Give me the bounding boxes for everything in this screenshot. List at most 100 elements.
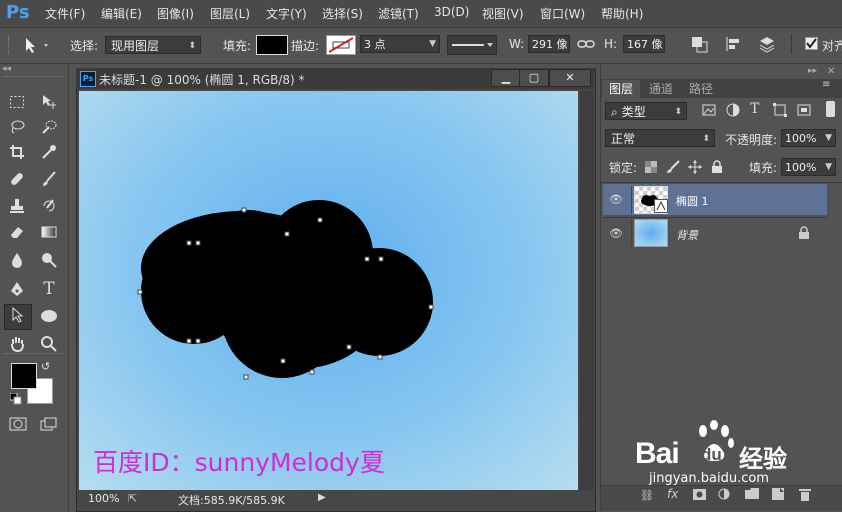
stroke-width-field[interactable]: 3 点 ▼	[360, 35, 440, 53]
stamp-icon	[10, 199, 24, 213]
filter-shape-icon[interactable]	[773, 103, 787, 120]
magnifier-icon	[41, 336, 57, 352]
blend-mode-dropdown[interactable]: 正常 ⬍	[605, 129, 715, 147]
fill-label: 填充:	[223, 39, 252, 53]
expand-panel-icon[interactable]: ▸▸	[808, 66, 817, 76]
layer-name[interactable]: 背景	[676, 227, 698, 243]
panel-menu-icon[interactable]: ≡	[822, 79, 830, 90]
filter-adjustment-icon[interactable]	[726, 103, 740, 120]
quick-selection-tool[interactable]	[38, 117, 60, 137]
brush-tool[interactable]	[38, 169, 60, 189]
path-arrangement-icon[interactable]	[757, 35, 779, 56]
fill-color-swatch[interactable]	[256, 35, 288, 55]
new-adjustment-layer-icon[interactable]	[718, 488, 730, 503]
quick-mask-icon[interactable]	[9, 417, 27, 434]
maximize-button[interactable]: ▢	[519, 69, 549, 87]
delete-layer-trash-icon[interactable]	[799, 488, 811, 504]
share-icon[interactable]: ⇱	[128, 492, 137, 505]
tab-paths[interactable]: 路径	[682, 80, 720, 98]
link-dimensions-icon[interactable]	[577, 37, 595, 54]
add-mask-icon[interactable]	[693, 489, 706, 503]
opacity-value: 100%	[785, 132, 817, 145]
stroke-color-swatch[interactable]	[326, 35, 356, 55]
crop-tool[interactable]	[6, 142, 28, 162]
minimize-button[interactable]: ▁	[491, 69, 521, 87]
menu-select[interactable]: 选择(S)	[322, 5, 363, 22]
width-field[interactable]: 291 像	[528, 35, 570, 53]
zoom-tool[interactable]	[38, 334, 60, 354]
lasso-tool[interactable]	[6, 117, 28, 137]
lock-all-icon[interactable]	[711, 160, 723, 177]
path-operations-icon[interactable]	[690, 35, 710, 56]
status-menu-arrow-icon[interactable]: ▶	[318, 492, 326, 503]
menu-3d[interactable]: 3D(D)	[434, 5, 469, 19]
layer-name[interactable]: 椭圆 1	[676, 193, 709, 209]
menu-image[interactable]: 图像(I)	[157, 5, 194, 22]
pen-tool[interactable]	[6, 279, 28, 299]
link-layers-icon[interactable]: ⛓	[640, 489, 654, 502]
filter-smart-object-icon[interactable]	[797, 103, 811, 120]
eraser-icon	[11, 227, 23, 238]
tab-channels[interactable]: 通道	[642, 80, 680, 98]
lock-image-icon[interactable]	[666, 160, 680, 177]
no-stroke-icon	[328, 37, 354, 53]
cloud-fill	[141, 200, 433, 378]
lock-position-icon[interactable]	[688, 160, 702, 177]
blur-tool[interactable]	[6, 250, 28, 270]
stroke-type-dropdown[interactable]	[447, 35, 497, 55]
collapse-panel-icon[interactable]: ◂◂	[2, 64, 11, 74]
menu-window[interactable]: 窗口(W)	[540, 5, 585, 22]
lock-transparent-icon[interactable]	[645, 161, 657, 176]
vertical-scrollbar[interactable]	[580, 91, 594, 490]
fill-field[interactable]: 100% ▼	[781, 158, 836, 176]
layer-style-fx-icon[interactable]: fx	[667, 487, 678, 501]
height-field[interactable]: 167 像	[623, 35, 665, 53]
tool-preset-picker[interactable]	[22, 36, 52, 57]
filter-type-icon[interactable]: T	[750, 101, 759, 117]
filter-toggle-switch[interactable]	[826, 101, 835, 117]
select-dropdown[interactable]: 现用图层 ⬍	[105, 36, 201, 54]
cloud-shape[interactable]	[79, 91, 578, 490]
new-group-folder-icon[interactable]	[745, 488, 759, 502]
history-brush-tool[interactable]	[38, 196, 60, 216]
visibility-eye-icon[interactable]: 👁	[609, 227, 623, 240]
type-tool[interactable]: T	[38, 279, 60, 299]
zoom-level[interactable]: 100%	[88, 492, 119, 505]
close-button[interactable]: ✕	[549, 69, 591, 87]
foreground-color-swatch[interactable]	[11, 363, 37, 389]
filter-pixel-icon[interactable]	[702, 103, 716, 120]
bandage-icon	[11, 173, 23, 185]
gradient-tool[interactable]	[38, 222, 60, 242]
dodge-tool[interactable]	[38, 250, 60, 270]
layer-kind-filter[interactable]: ⌕ 类型 ⬍	[605, 102, 687, 120]
menu-layer[interactable]: 图层(L)	[210, 5, 250, 22]
panel-close-icon[interactable]: ✕	[827, 66, 835, 77]
visibility-eye-icon[interactable]: 👁	[609, 193, 623, 206]
move-tool[interactable]	[38, 92, 60, 112]
screen-mode-icon[interactable]	[40, 417, 58, 434]
healing-brush-tool[interactable]	[6, 169, 28, 189]
marquee-tool[interactable]	[6, 92, 28, 112]
path-selection-tool[interactable]	[4, 304, 32, 330]
select-label: 选择:	[70, 39, 99, 53]
menu-type[interactable]: 文字(Y)	[266, 5, 307, 22]
new-layer-icon[interactable]	[772, 488, 784, 503]
eraser-tool[interactable]	[6, 222, 28, 242]
menu-help[interactable]: 帮助(H)	[601, 5, 643, 22]
tab-layers[interactable]: 图层	[602, 80, 640, 98]
default-colors-icon[interactable]	[9, 392, 22, 408]
clone-stamp-tool[interactable]	[6, 196, 28, 216]
ellipse-tool[interactable]	[38, 306, 60, 326]
opacity-field[interactable]: 100% ▼	[781, 129, 836, 147]
path-alignment-icon[interactable]	[724, 35, 744, 56]
hand-tool[interactable]	[6, 334, 28, 354]
menu-file[interactable]: 文件(F)	[45, 5, 85, 22]
eyedropper-tool[interactable]	[38, 142, 60, 162]
ellipse-shape-icon	[41, 310, 57, 322]
swap-colors-icon[interactable]: ↺	[41, 360, 50, 373]
maximize-icon: ▢	[528, 71, 540, 84]
align-edges-checkbox[interactable]	[805, 37, 818, 50]
menu-filter[interactable]: 滤镜(T)	[378, 5, 419, 22]
menu-edit[interactable]: 编辑(E)	[101, 5, 142, 22]
menu-view[interactable]: 视图(V)	[482, 5, 524, 22]
